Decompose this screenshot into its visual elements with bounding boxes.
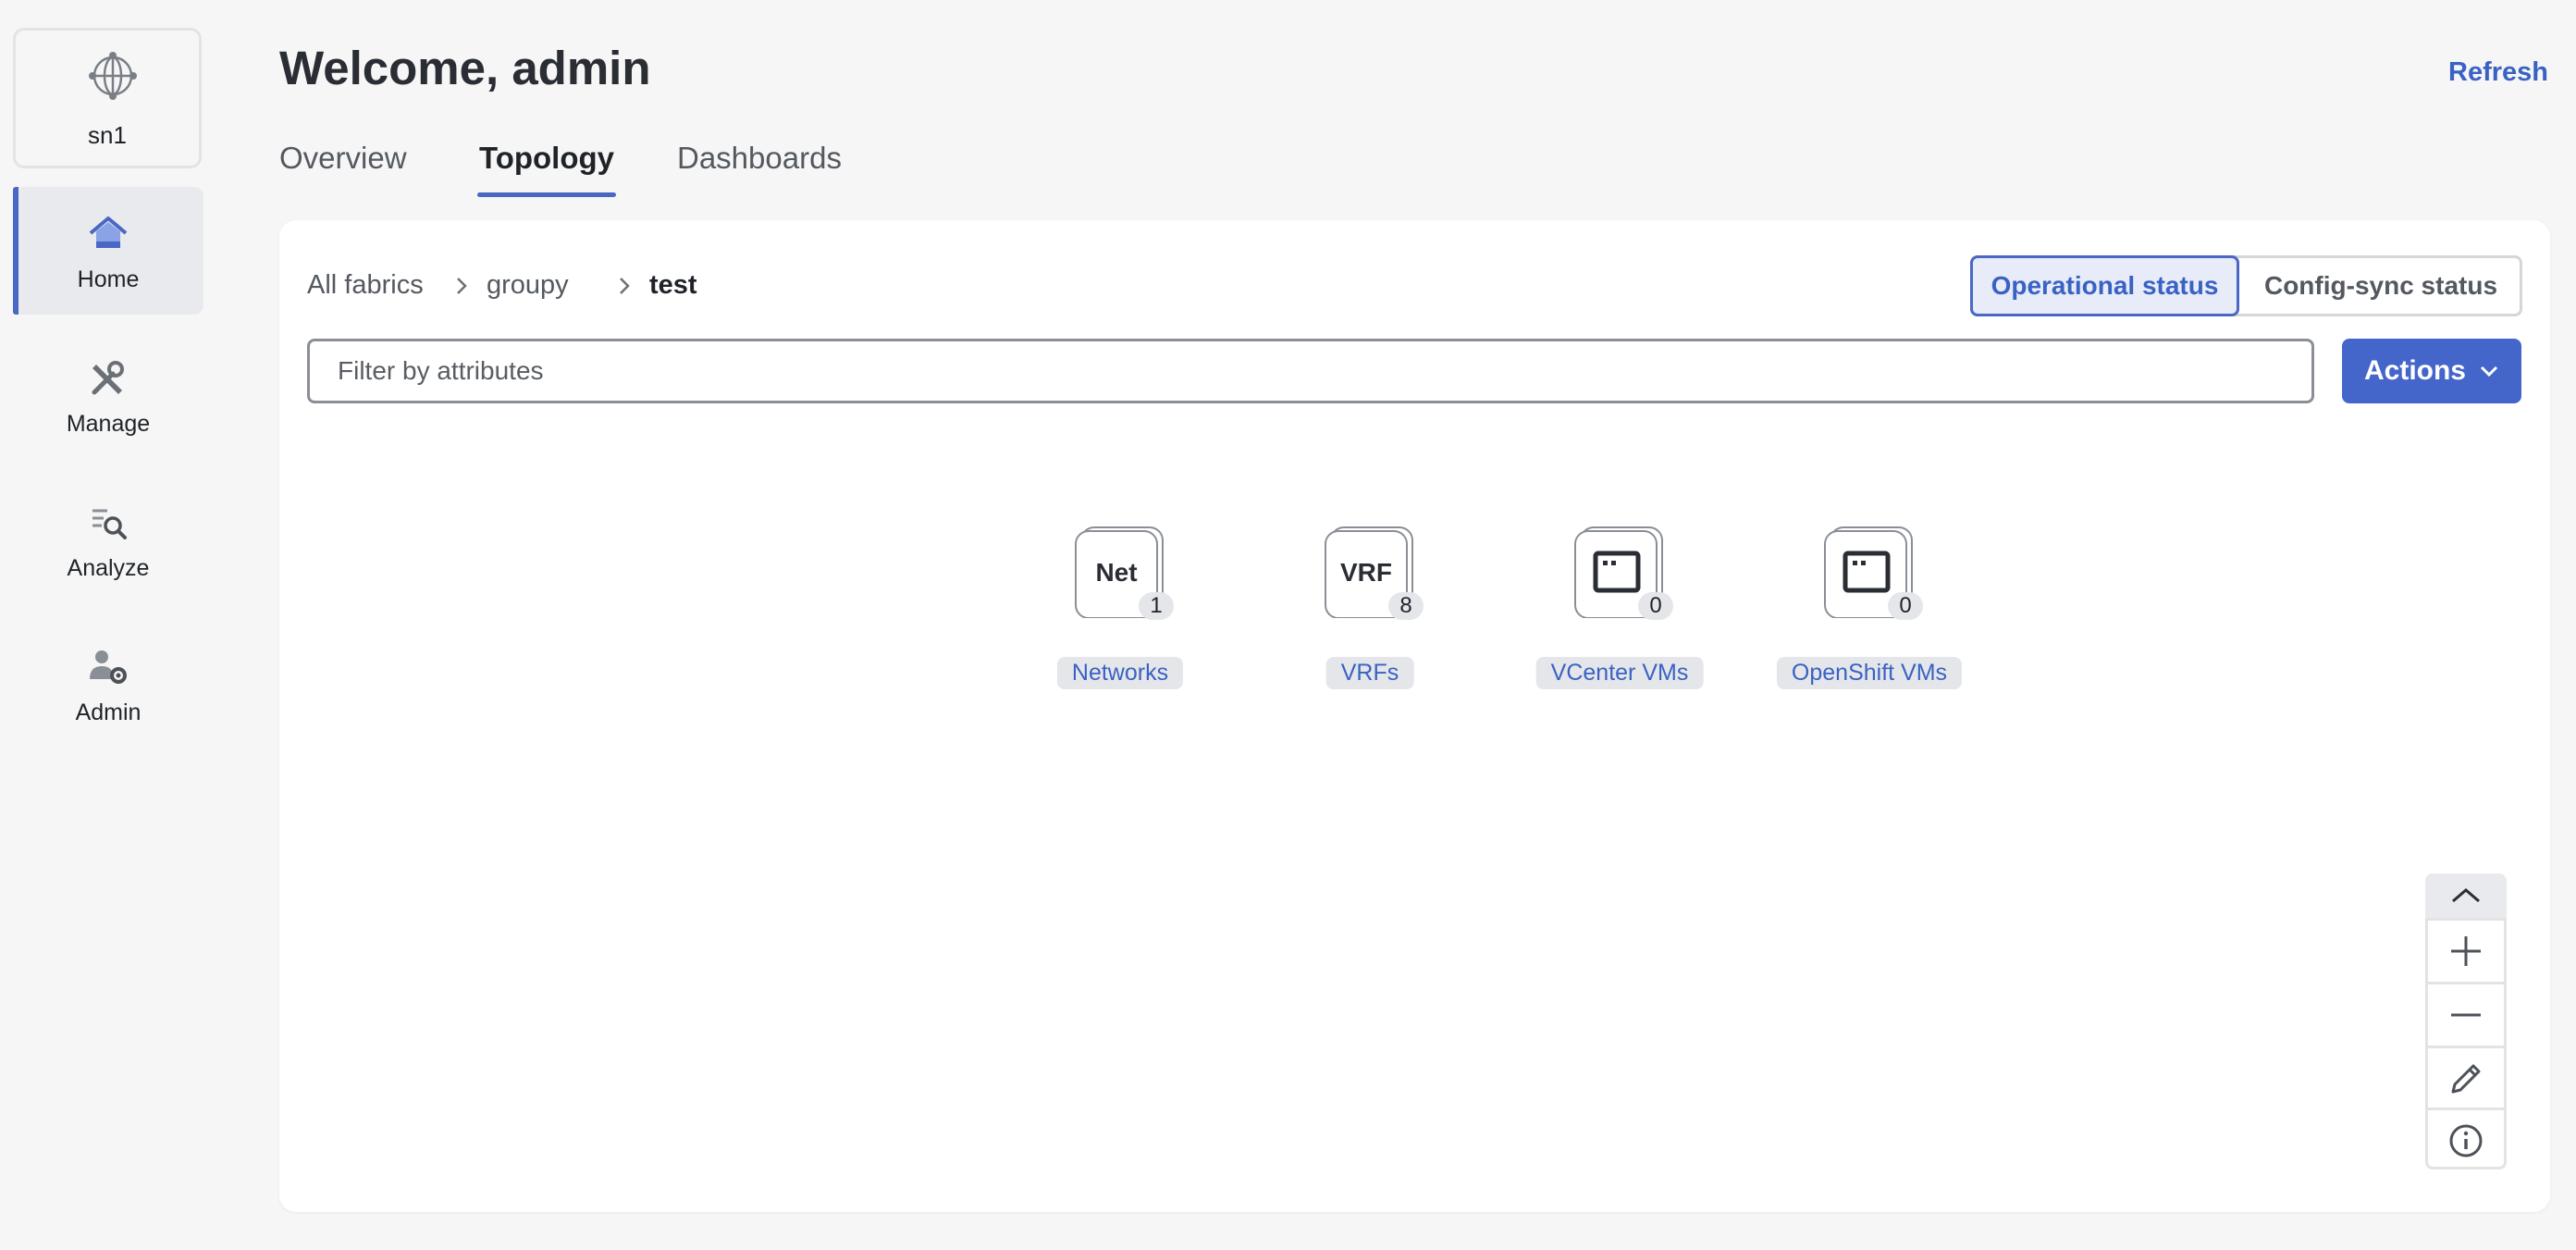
active-tab-indicator: [477, 192, 616, 197]
breadcrumb-all-fabrics[interactable]: All fabrics: [307, 270, 424, 301]
sidebar-item-label: Manage: [66, 411, 151, 437]
chevron-right-icon: [457, 278, 467, 294]
operational-status-button[interactable]: Operational status: [1970, 255, 2239, 316]
node-count-badge: 1: [1139, 592, 1174, 620]
actions-label: Actions: [2363, 355, 2466, 386]
topology-node-vcenter-vms[interactable]: 0 VCenter VMs: [1527, 526, 1712, 689]
zoom-in-button[interactable]: [2428, 921, 2504, 982]
node-label[interactable]: OpenShift VMs: [1776, 657, 1963, 689]
node-icon-text: Net: [1095, 558, 1137, 587]
pencil-icon: [2451, 1064, 2481, 1094]
user-gear-icon: [90, 650, 127, 684]
node-icon-text: VRF: [1340, 558, 1392, 587]
node-count-badge: 8: [1388, 592, 1424, 620]
sidebar-item-label: Analyze: [67, 555, 150, 581]
page-title: Welcome, admin: [279, 42, 651, 94]
refresh-button[interactable]: Refresh: [2448, 57, 2548, 88]
node-label[interactable]: Networks: [1056, 657, 1184, 689]
site-name: sn1: [88, 121, 127, 149]
node-count-badge: 0: [1638, 592, 1673, 620]
info-icon: [2449, 1124, 2483, 1157]
chevron-down-icon: [2480, 365, 2498, 377]
actions-button[interactable]: Actions: [2342, 339, 2521, 403]
tab-dashboards[interactable]: Dashboards: [677, 141, 842, 176]
globe-network-icon: [89, 52, 137, 100]
chevron-right-icon: [620, 278, 630, 294]
topology-node-networks[interactable]: Net 1 Networks: [1028, 526, 1213, 689]
edit-button[interactable]: [2428, 1046, 2504, 1109]
sidebar: sn1 Home Manage Analyze Admin: [0, 0, 218, 1250]
home-icon: [89, 217, 128, 248]
filter-input[interactable]: [307, 339, 2314, 403]
breadcrumb-groupy[interactable]: groupy: [487, 270, 569, 301]
node-label[interactable]: VRFs: [1325, 657, 1414, 689]
zoom-button-group: [2425, 918, 2507, 1170]
tab-topology[interactable]: Topology: [479, 141, 614, 176]
info-button[interactable]: [2428, 1108, 2504, 1171]
sidebar-item-manage[interactable]: Manage: [13, 331, 203, 459]
collapse-controls-button[interactable]: [2425, 873, 2507, 918]
breadcrumb-test: test: [649, 270, 697, 300]
zoom-out-button[interactable]: [2428, 982, 2504, 1046]
sidebar-item-label: Home: [77, 266, 140, 292]
sidebar-item-admin[interactable]: Admin: [13, 620, 203, 748]
topology-panel: All fabrics groupy test Operational stat…: [279, 220, 2550, 1212]
topology-node-openshift-vms[interactable]: 0 OpenShift VMs: [1776, 526, 1963, 689]
sidebar-item-label: Admin: [75, 699, 142, 725]
sidebar-item-analyze[interactable]: Analyze: [13, 476, 203, 603]
config-sync-status-button[interactable]: Config-sync status: [2242, 258, 2520, 314]
analyze-icon: [92, 509, 127, 539]
minus-icon: [2451, 1013, 2481, 1017]
site-selector[interactable]: sn1: [13, 28, 202, 168]
node-count-badge: 0: [1888, 592, 1923, 620]
plus-icon: [2451, 936, 2481, 966]
tab-overview[interactable]: Overview: [279, 141, 407, 176]
sidebar-item-home[interactable]: Home: [13, 187, 203, 315]
chevron-up-icon: [2452, 888, 2480, 903]
status-toggle: Operational status Config-sync status: [1970, 255, 2522, 316]
node-label[interactable]: VCenter VMs: [1535, 657, 1704, 689]
wrench-screwdriver-icon: [92, 361, 124, 395]
topology-node-vrfs[interactable]: VRF 8 VRFs: [1277, 526, 1462, 689]
